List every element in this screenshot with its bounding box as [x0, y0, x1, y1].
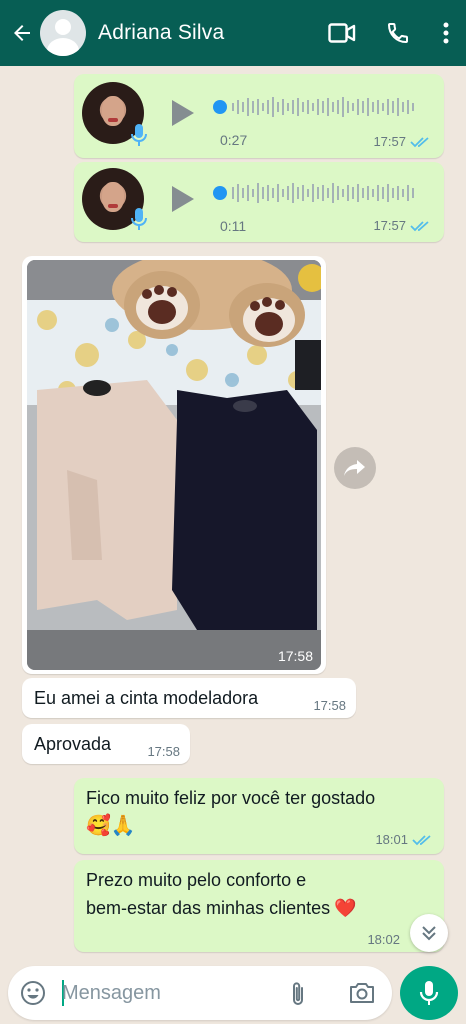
voice-message[interactable]: 0:27 17:57 — [74, 74, 444, 158]
mic-icon — [131, 208, 147, 230]
message-time: 17:58 — [277, 648, 313, 664]
read-ticks-icon — [410, 220, 429, 231]
attach-icon[interactable] — [288, 980, 308, 1008]
forward-icon — [344, 460, 365, 476]
message-time: 17:57 — [373, 218, 430, 233]
message-line2: bem-estar das minhas clientes ❤️ — [86, 896, 357, 920]
read-ticks-icon — [412, 834, 431, 845]
voice-message[interactable]: 0:11 17:57 — [74, 162, 444, 242]
heart-emoji: ❤️ — [334, 898, 357, 918]
incoming-message[interactable]: Eu amei a cinta modeladora 17:58 — [22, 678, 356, 718]
message-time: 17:58 — [147, 744, 180, 759]
phone-icon — [387, 23, 408, 44]
incoming-message[interactable]: Aprovada 17:58 — [22, 724, 190, 764]
photo-content — [27, 260, 321, 670]
read-ticks-icon — [410, 136, 429, 147]
waveform[interactable] — [210, 94, 425, 120]
play-icon[interactable] — [170, 184, 196, 214]
chat-area[interactable]: 0:27 17:57 0:11 17:57 17:58 Eu amei a ci… — [0, 66, 466, 956]
voice-duration: 0:11 — [220, 218, 247, 234]
voice-record-button[interactable] — [400, 966, 458, 1020]
forward-button[interactable] — [334, 447, 376, 489]
back-arrow-icon — [14, 25, 30, 41]
waveform[interactable] — [210, 180, 425, 206]
photo-image[interactable]: 17:58 — [27, 260, 321, 670]
voice-duration: 0:27 — [220, 132, 248, 148]
camera-icon[interactable] — [348, 980, 376, 1006]
outgoing-message[interactable]: Fico muito feliz por você ter gostado 🥰🙏… — [74, 778, 444, 854]
voice-call-button[interactable] — [370, 0, 426, 66]
double-chevron-down-icon — [422, 926, 436, 941]
chat-header: Adriana Silva — [0, 0, 466, 66]
message-text: Fico muito feliz por você ter gostado — [86, 788, 376, 808]
contact-avatar[interactable] — [40, 10, 86, 56]
message-time: 18:01 — [375, 832, 432, 847]
outgoing-message[interactable]: Prezo muito pelo conforto e bem-estar da… — [74, 860, 444, 952]
more-options-button[interactable] — [426, 0, 466, 66]
message-text-line2: bem-estar das minhas clientes — [86, 898, 331, 918]
message-input-container[interactable] — [8, 966, 392, 1020]
scroll-to-bottom-button[interactable] — [410, 914, 448, 952]
photo-message[interactable]: 17:58 — [22, 256, 326, 674]
back-button[interactable] — [4, 0, 40, 66]
message-text-line1: Prezo muito pelo conforto e — [86, 870, 307, 890]
play-icon[interactable] — [170, 98, 196, 128]
message-time: 17:58 — [313, 698, 346, 713]
message-time: 17:57 — [373, 134, 430, 149]
video-call-button[interactable] — [314, 0, 370, 66]
message-input[interactable] — [62, 978, 282, 1008]
video-call-icon — [328, 23, 356, 43]
contact-name[interactable]: Adriana Silva — [98, 21, 314, 45]
emoji-icon[interactable] — [20, 980, 46, 1006]
message-emoji: 🥰🙏 — [86, 815, 136, 837]
microphone-icon — [419, 981, 439, 1005]
composer-bar — [0, 962, 466, 1024]
message-time: 18:02 — [367, 932, 400, 947]
message-text: Aprovada — [34, 734, 112, 754]
more-vert-icon — [443, 22, 449, 44]
message-text: Eu amei a cinta modeladora — [34, 688, 259, 708]
mic-icon — [131, 124, 147, 146]
